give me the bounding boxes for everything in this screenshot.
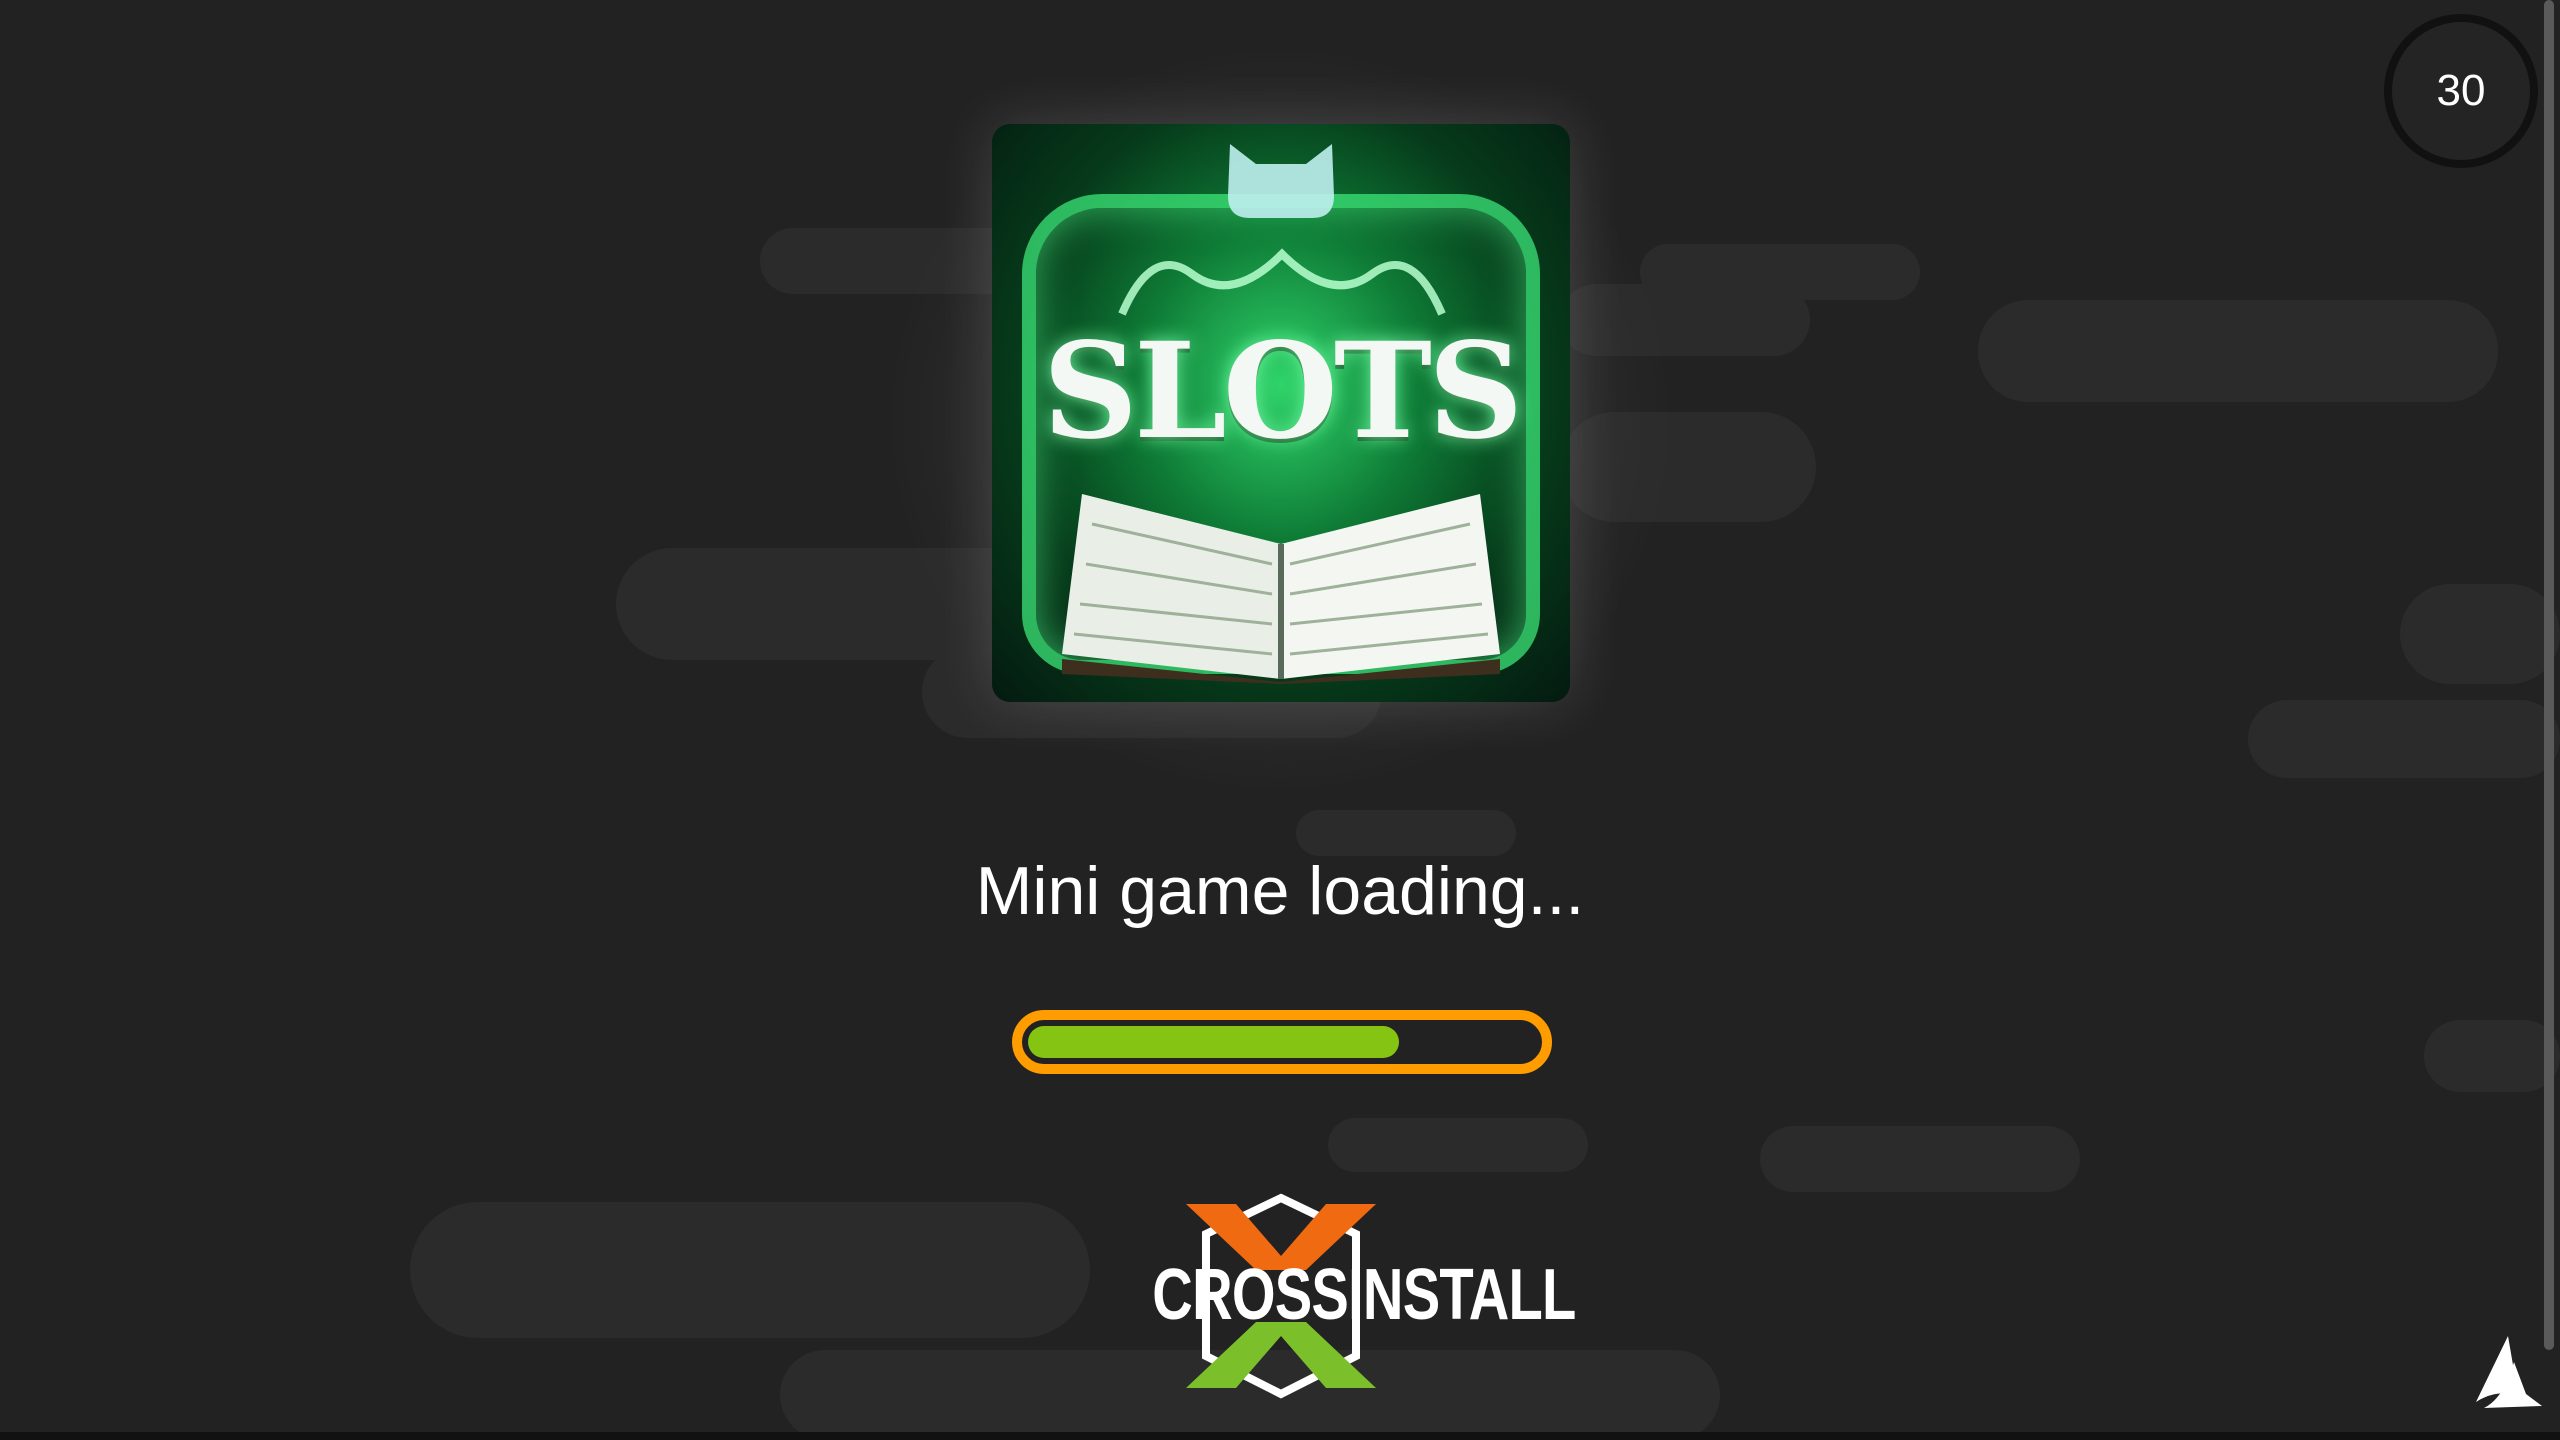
cat-head-icon <box>1228 144 1334 218</box>
progress-fill <box>1028 1026 1399 1058</box>
loading-progress-bar <box>1012 1010 1552 1074</box>
open-book-icon <box>1062 494 1500 684</box>
bottom-edge-bar <box>0 1432 2560 1440</box>
crossinstall-logo: CROSSINSTALL <box>1116 1190 1576 1400</box>
bg-pill <box>1760 1126 2080 1192</box>
brand-name: CROSSINSTALL <box>1152 1255 1576 1335</box>
loading-screen: SLOTS Mini game loading... CROSSINSTALL … <box>0 0 2560 1440</box>
slots-app-icon: SLOTS <box>992 124 1570 702</box>
scrollbar[interactable] <box>2544 0 2554 1350</box>
countdown-value: 30 <box>2436 66 2486 115</box>
bg-pill <box>410 1202 1090 1338</box>
slots-title: SLOTS <box>1042 314 1524 469</box>
countdown-timer: 30 <box>2384 14 2538 168</box>
bg-pill <box>1296 810 1516 856</box>
bg-pill <box>2400 584 2560 684</box>
bg-pill <box>2424 1020 2560 1092</box>
loading-message: Mini game loading... <box>975 853 1585 929</box>
bg-pill <box>1978 300 2498 402</box>
bg-pill <box>1328 1118 1588 1172</box>
bg-pill <box>2248 700 2560 778</box>
sail-logo-icon[interactable] <box>2464 1332 2544 1412</box>
crown-swirl-icon <box>1118 248 1446 316</box>
